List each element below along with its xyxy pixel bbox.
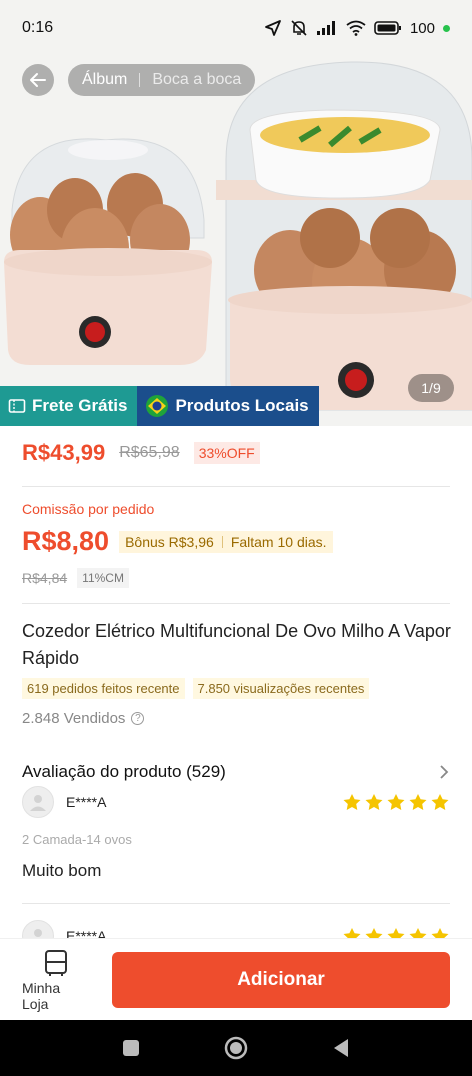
- commission-rate: 11%CM: [77, 568, 129, 588]
- recent-orders: 619 pedidos feitos recente: [22, 678, 185, 699]
- store-icon: [45, 949, 67, 976]
- brazil-flag-icon: [146, 395, 169, 417]
- sold-count: 2.848 Vendidos: [22, 710, 126, 727]
- image-counter: 1/9: [408, 374, 454, 402]
- star-icon: [365, 794, 383, 810]
- battery-icon: [374, 21, 401, 35]
- free-shipping-badge: Frete Grátis: [0, 386, 138, 426]
- reviews-header[interactable]: Avaliação do produto (529): [22, 762, 450, 782]
- original-price: R$65,98: [119, 444, 180, 461]
- discount-badge: 33%OFF: [193, 442, 260, 464]
- product-title: Cozedor Elétrico Multifuncional De Ovo M…: [22, 621, 451, 668]
- star-icon: [387, 794, 405, 810]
- battery-level: 100: [409, 19, 435, 37]
- local-products-label: Produtos Locais: [175, 396, 309, 415]
- status-time: 0:16: [22, 19, 54, 36]
- user-icon: [30, 795, 46, 811]
- commission-row: R$8,80 Bônus R$3,96 Faltam 10 dias.: [22, 526, 333, 557]
- bonus-amount: Bônus R$3,96: [125, 533, 214, 550]
- star-icon: [431, 794, 449, 810]
- free-shipping-label: Frete Grátis: [32, 396, 128, 415]
- back-triangle-icon[interactable]: [331, 1037, 351, 1059]
- sold-count-row: 2.848 Vendidos ?: [22, 710, 145, 727]
- home-icon[interactable]: [223, 1035, 249, 1061]
- avatar: [22, 786, 54, 818]
- status-dot: [443, 24, 450, 32]
- tab-reviews[interactable]: Boca a boca: [152, 71, 241, 89]
- chevron-right-icon[interactable]: [438, 764, 450, 780]
- help-icon[interactable]: ?: [131, 712, 145, 725]
- ticket-icon: [8, 399, 26, 413]
- review-text: Muito bom: [22, 861, 102, 880]
- divider: [22, 903, 450, 904]
- recent-views: 7.850 visualizações recentes: [192, 678, 370, 699]
- commission-old-row: R$4,84 11%CM: [22, 568, 129, 588]
- product-badges: Frete Grátis Produtos Locais: [0, 386, 319, 426]
- review-user: E****A: [22, 786, 106, 818]
- commission-label: Comissão por pedido: [22, 501, 155, 517]
- recent-apps-icon[interactable]: [121, 1038, 141, 1058]
- commission-value: R$8,80: [22, 526, 110, 556]
- star-icon: [409, 794, 427, 810]
- review-head: E****A: [22, 786, 450, 818]
- review-item: E****A 2 Camada-14 ovos Muito bom: [22, 786, 450, 881]
- divider: [22, 603, 450, 604]
- bottom-action-bar: Minha Loja Adicionar: [0, 938, 472, 1020]
- tab-divider: [139, 73, 141, 87]
- rating-stars: [342, 793, 450, 811]
- bonus-remaining: Faltam 10 dias.: [230, 533, 327, 550]
- status-bar: 0:16 100: [0, 0, 472, 56]
- signal-icon: [316, 21, 335, 35]
- current-price: R$43,99: [22, 440, 106, 465]
- arrow-left-icon: [30, 73, 46, 87]
- tab-album[interactable]: Álbum: [82, 71, 127, 89]
- local-products-badge: Produtos Locais: [137, 386, 319, 426]
- product-image[interactable]: Álbum Boca a boca 1/9 Frete Grátis Produ…: [0, 0, 472, 426]
- bell-muted-icon: [291, 20, 307, 36]
- media-tabs: Álbum Boca a boca: [68, 64, 256, 96]
- bonus-chip: Bônus R$3,96 Faltam 10 dias.: [119, 530, 333, 553]
- my-store-button[interactable]: Minha Loja: [22, 948, 90, 1012]
- price-row: R$43,99 R$65,98 33%OFF: [22, 440, 260, 466]
- review-variant: 2 Camada-14 ovos: [22, 832, 132, 847]
- system-nav-bar: [0, 1020, 472, 1076]
- status-icons: 100: [264, 19, 450, 37]
- back-button[interactable]: [22, 64, 54, 96]
- add-button[interactable]: Adicionar: [112, 951, 450, 1008]
- my-store-label: Minha Loja: [22, 979, 61, 1012]
- commission-old-value: R$4,84: [22, 570, 68, 586]
- star-icon: [343, 794, 361, 810]
- bonus-divider: [221, 535, 223, 548]
- product-stats: 619 pedidos feitos recente 7.850 visuali…: [22, 678, 370, 699]
- wifi-icon: [346, 20, 366, 36]
- divider: [22, 486, 450, 487]
- review-username: E****A: [66, 794, 107, 810]
- location-arrow-icon: [265, 20, 281, 36]
- reviews-title: Avaliação do produto (529): [22, 762, 226, 781]
